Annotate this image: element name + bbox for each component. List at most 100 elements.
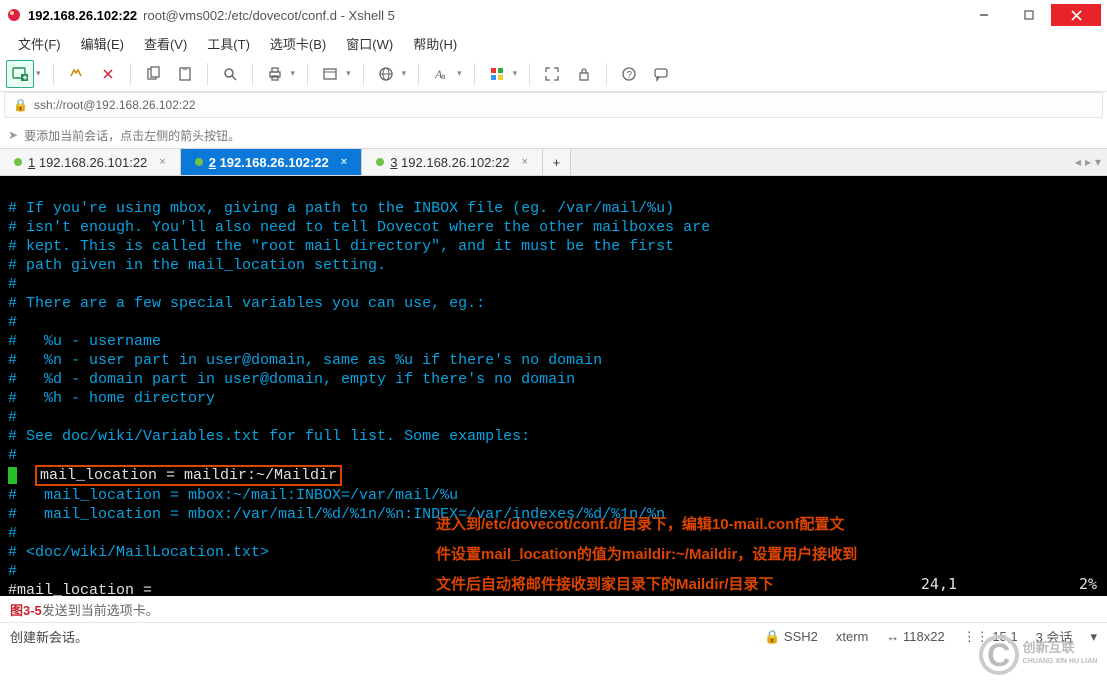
term-line: # <doc/wiki/MailLocation.txt> xyxy=(8,544,269,561)
address-text: ssh://root@192.168.26.102:22 xyxy=(34,98,196,112)
dropdown-icon[interactable]: ▾ xyxy=(291,68,300,79)
term-line: # There are a few special variables you … xyxy=(8,295,485,312)
new-session-button[interactable] xyxy=(6,60,34,88)
lock-icon: 🔒 xyxy=(13,98,28,112)
menu-edit[interactable]: 编辑(E) xyxy=(71,31,134,56)
status-dot xyxy=(376,158,384,166)
watermark-icon: C xyxy=(979,635,1019,675)
menu-window[interactable]: 窗口(W) xyxy=(336,31,403,56)
status-dot xyxy=(14,158,22,166)
properties-button[interactable] xyxy=(316,60,344,88)
highlighted-line: mail_location = maildir:~/Maildir xyxy=(35,465,342,486)
tab-nav: ◂ ▸ ▾ xyxy=(1069,149,1107,175)
feedback-button[interactable] xyxy=(647,60,675,88)
menu-view[interactable]: 查看(V) xyxy=(134,31,197,56)
term-line: #mail_location = xyxy=(8,582,152,596)
lock-button[interactable] xyxy=(570,60,598,88)
watermark: C 创新互联 CHUANG XIN HU LIAN xyxy=(973,634,1103,676)
copy-button[interactable] xyxy=(139,60,167,88)
fullscreen-button[interactable] xyxy=(538,60,566,88)
menu-file[interactable]: 文件(F) xyxy=(8,31,71,56)
term-line: # mail_location = mbox:~/mail:INBOX=/var… xyxy=(8,487,458,504)
status-size: ↔ 118x22 xyxy=(886,629,944,644)
term-line: # xyxy=(8,314,17,331)
tab-1[interactable]: 1 192.168.26.101:22 × xyxy=(0,149,181,175)
arrow-icon[interactable]: ➤ xyxy=(8,128,18,142)
minimize-button[interactable] xyxy=(961,4,1006,26)
title-ip: 192.168.26.102:22 xyxy=(28,8,137,23)
color-button[interactable] xyxy=(483,60,511,88)
cursor-position: 24,1 xyxy=(921,575,957,594)
term-line: # %h - home directory xyxy=(8,390,215,407)
disconnect-button[interactable] xyxy=(94,60,122,88)
annotation-line1: 进入到/etc/dovecot/conf.d/目录下，编辑10-mail.con… xyxy=(436,512,844,538)
tab-2[interactable]: 2 192.168.26.102:22 × xyxy=(181,149,362,175)
toolbar: ▾ ▾ ▾ ▾ Aa ▾ ▾ ? xyxy=(0,56,1107,92)
term-line: # isn't enough. You'll also need to tell… xyxy=(8,219,710,236)
status-dot xyxy=(195,158,203,166)
tab-prev-icon[interactable]: ◂ xyxy=(1075,155,1081,169)
term-line: # If you're using mbox, giving a path to… xyxy=(8,200,674,217)
term-line: # %n - user part in user@domain, same as… xyxy=(8,352,602,369)
maximize-button[interactable] xyxy=(1006,4,1051,26)
figure-text: 发送到当前选项卡。 xyxy=(42,600,159,619)
tab-label: 192.168.26.102:22 xyxy=(397,155,509,170)
term-line: # xyxy=(8,409,17,426)
term-line: # xyxy=(8,276,17,293)
footer-caption: 图3-5 发送到当前选项卡。 xyxy=(0,596,1107,622)
reconnect-button[interactable] xyxy=(62,60,90,88)
terminal[interactable]: # If you're using mbox, giving a path to… xyxy=(0,176,1107,596)
term-line: # xyxy=(8,563,17,580)
watermark-line1: 创新互联 xyxy=(1023,641,1098,655)
search-button[interactable] xyxy=(216,60,244,88)
menu-bar: 文件(F) 编辑(E) 查看(V) 工具(T) 选项卡(B) 窗口(W) 帮助(… xyxy=(0,30,1107,56)
svg-text:?: ? xyxy=(627,70,633,81)
menu-help[interactable]: 帮助(H) xyxy=(403,31,467,56)
svg-text:a: a xyxy=(441,72,446,81)
app-icon xyxy=(6,7,22,23)
status-text: 创建新会话。 xyxy=(10,627,88,646)
print-button[interactable] xyxy=(261,60,289,88)
term-line: # See doc/wiki/Variables.txt for full li… xyxy=(8,428,530,445)
tab-label: 192.168.26.102:22 xyxy=(216,155,329,170)
tab-close-icon[interactable]: × xyxy=(341,156,347,168)
dropdown-icon[interactable]: ▾ xyxy=(513,68,522,79)
status-term: xterm xyxy=(836,629,869,644)
tab-next-icon[interactable]: ▸ xyxy=(1085,155,1091,169)
tab-3[interactable]: 3 192.168.26.102:22 × xyxy=(362,149,543,175)
tab-label: 192.168.26.101:22 xyxy=(35,155,147,170)
term-line: # xyxy=(8,447,17,464)
status-ssh: 🔒 SSH2 xyxy=(764,629,818,645)
cursor xyxy=(8,467,17,484)
session-tabs: 1 192.168.26.101:22 × 2 192.168.26.102:2… xyxy=(0,148,1107,176)
term-line: # %d - domain part in user@domain, empty… xyxy=(8,371,575,388)
tab-close-icon[interactable]: × xyxy=(159,156,165,168)
scroll-percent: 2% xyxy=(1079,575,1097,594)
help-button[interactable]: ? xyxy=(615,60,643,88)
dropdown-icon[interactable]: ▾ xyxy=(402,68,411,79)
tab-add-button[interactable]: + xyxy=(543,149,571,175)
dropdown-icon[interactable]: ▾ xyxy=(457,68,466,79)
font-button[interactable]: Aa xyxy=(427,60,455,88)
term-text xyxy=(17,467,35,484)
menu-tabs[interactable]: 选项卡(B) xyxy=(260,31,336,56)
term-line: # xyxy=(8,525,17,542)
term-line: # path given in the mail_location settin… xyxy=(8,257,386,274)
watermark-line2: CHUANG XIN HU LIAN xyxy=(1023,655,1098,669)
status-bar: 创建新会话。 🔒 SSH2 xterm ↔ 118x22 ⋮⋮ 15,1 3 会… xyxy=(0,622,1107,650)
hint-text: 要添加当前会话，点击左侧的箭头按钮。 xyxy=(24,127,240,144)
close-button[interactable] xyxy=(1051,4,1101,26)
dropdown-icon[interactable]: ▾ xyxy=(36,68,45,79)
paste-button[interactable] xyxy=(171,60,199,88)
tab-menu-icon[interactable]: ▾ xyxy=(1095,155,1101,169)
globe-button[interactable] xyxy=(372,60,400,88)
tab-num: 2 xyxy=(209,155,216,170)
annotation-line3: 文件后自动将邮件接收到家目录下的Maildir/目录下 xyxy=(436,572,774,596)
menu-tools[interactable]: 工具(T) xyxy=(197,31,260,56)
hint-bar: ➤ 要添加当前会话，点击左侧的箭头按钮。 xyxy=(0,122,1107,148)
address-bar[interactable]: 🔒 ssh://root@192.168.26.102:22 xyxy=(4,92,1103,118)
dropdown-icon[interactable]: ▾ xyxy=(346,68,355,79)
window-title-bar: 192.168.26.102:22 root@vms002:/etc/dovec… xyxy=(0,0,1107,30)
tab-close-icon[interactable]: × xyxy=(521,156,527,168)
term-line: # kept. This is called the "root mail di… xyxy=(8,238,674,255)
